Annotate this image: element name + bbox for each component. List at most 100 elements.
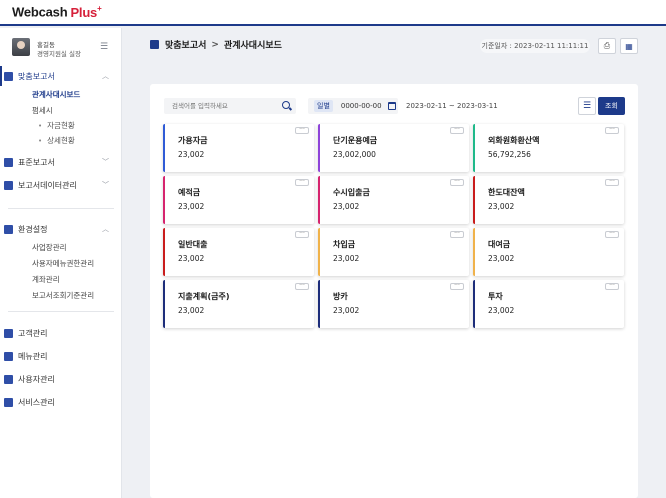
print-button[interactable]: ⎙ [598, 38, 616, 54]
date-value[interactable]: 0000-00-00 [341, 102, 382, 110]
nav-group-standard-reports: 표준보고서 ﹀ [0, 152, 122, 172]
chevron-down-icon[interactable]: ﹀ [102, 180, 109, 190]
active-indicator [0, 66, 2, 86]
card-value: 23,002 [178, 306, 205, 315]
sidebar-item-label: 표준보고서 [18, 157, 55, 167]
more-options-icon[interactable]: ··· [605, 283, 619, 290]
sidebar-item-label: 보고서데이터관리 [18, 180, 77, 190]
card-title: 한도대잔액 [488, 188, 525, 197]
more-options-icon[interactable]: ··· [605, 179, 619, 186]
chevron-up-icon[interactable]: ︿ [102, 224, 109, 234]
sidebar-subsub-detail-status[interactable]: 상세현황 [0, 133, 122, 148]
date-picker[interactable]: 일별 0000-00-00 [308, 98, 398, 114]
user-icon [4, 374, 13, 384]
sidebar-sub-account-mgmt[interactable]: 계좌관리 [0, 271, 122, 287]
app-logo[interactable]: Webcash Plus+ [12, 4, 102, 19]
bar-chart-icon [4, 157, 13, 167]
account-card[interactable]: 한도대잔액 23,002 ··· [473, 176, 624, 224]
card-value: 23,002 [488, 306, 515, 315]
account-card[interactable]: 지출계획(금주) 23,002 ··· [163, 280, 314, 328]
excel-icon: ▦ [625, 41, 633, 51]
sidebar-item-standard-reports[interactable]: 표준보고서 ﹀ [0, 152, 122, 172]
sidebar-item-label: 서비스관리 [18, 397, 55, 407]
edit-icon [150, 40, 159, 49]
more-options-icon[interactable]: ··· [605, 231, 619, 238]
breadcrumb: 맞춤보고서 > 관계사대시보드 [150, 38, 282, 51]
gear-icon [4, 224, 13, 234]
card-value: 23,002 [488, 254, 515, 263]
sidebar-item-custom-reports[interactable]: 맞춤보고서 ︿ [0, 66, 122, 86]
chevron-up-icon[interactable]: ︿ [102, 71, 109, 81]
sidebar-item-report-data[interactable]: 보고서데이터관리 ﹀ [0, 175, 122, 195]
printer-icon: ⎙ [603, 41, 611, 50]
nav-group-report-data: 보고서데이터관리 ﹀ [0, 175, 122, 195]
list-view-button[interactable]: ☰ [578, 97, 596, 115]
customer-icon [4, 328, 13, 338]
breadcrumb-parent[interactable]: 맞춤보고서 [165, 38, 206, 51]
trend-chart-icon [4, 180, 13, 190]
sidebar-sub-2[interactable]: 펌세시 [0, 102, 122, 118]
sidebar-sub-report-criteria[interactable]: 보고서조회기준관리 [0, 287, 122, 303]
sidebar-sub-affiliate-dashboard[interactable]: 관계사대시보드 [0, 86, 122, 102]
sidebar-item-label: 메뉴관리 [18, 351, 48, 361]
card-value: 23,002 [488, 202, 515, 211]
account-card[interactable]: 차입금 23,002 ··· [318, 228, 469, 276]
card-title: 대여금 [488, 240, 511, 249]
card-value: 23,002,000 [333, 150, 376, 159]
card-title: 투자 [488, 292, 503, 301]
more-options-icon[interactable]: ··· [295, 283, 309, 290]
server-icon [4, 397, 13, 407]
card-title: 단기운용예금 [333, 136, 378, 145]
more-options-icon[interactable]: ··· [450, 231, 464, 238]
account-card[interactable]: 방카 23,002 ··· [318, 280, 469, 328]
chevron-down-icon[interactable]: ﹀ [102, 157, 109, 167]
sidebar-item-customers[interactable]: 고객관리 [0, 323, 122, 343]
more-options-icon[interactable]: ··· [295, 231, 309, 238]
profile-role: 경영지원실 실장 [37, 50, 81, 58]
account-card[interactable]: 대여금 23,002 ··· [473, 228, 624, 276]
page-title: 관계사대시보드 [223, 41, 282, 51]
more-options-icon[interactable]: ··· [295, 179, 309, 186]
more-options-icon[interactable]: ··· [450, 127, 464, 134]
date-mode-select[interactable]: 일별 [314, 100, 333, 112]
sidebar-sub-site-mgmt[interactable]: 사업장관리 [0, 239, 122, 255]
account-card[interactable]: 외화원화환산액 56,792,256 ··· [473, 124, 624, 172]
account-card[interactable]: 예적금 23,002 ··· [163, 176, 314, 224]
query-button[interactable]: 조회 [598, 97, 625, 115]
more-options-icon[interactable]: ··· [450, 283, 464, 290]
sidebar-item-label: 맞춤보고서 [18, 71, 55, 81]
sidebar-item-users[interactable]: 사용자관리 [0, 369, 122, 389]
excel-button[interactable]: ▦ [620, 38, 638, 54]
card-value: 23,002 [178, 202, 205, 211]
account-card[interactable]: 가용자금 23,002 ··· [163, 124, 314, 172]
search-icon[interactable] [282, 101, 290, 109]
account-card[interactable]: 단기운용예금 23,002,000 ··· [318, 124, 469, 172]
more-options-icon[interactable]: ··· [450, 179, 464, 186]
sidebar-item-label: 환경설정 [18, 224, 48, 234]
more-options-icon[interactable]: ··· [295, 127, 309, 134]
breadcrumb-separator: > [211, 39, 219, 50]
account-card[interactable]: 수시입출금 23,002 ··· [318, 176, 469, 224]
sidebar-item-menus[interactable]: 메뉴관리 [0, 346, 122, 366]
card-value: 23,002 [178, 150, 205, 159]
card-value: 23,002 [333, 202, 360, 211]
account-card[interactable]: 일반대출 23,002 ··· [163, 228, 314, 276]
card-title: 지출계획(금주) [178, 292, 230, 301]
card-value: 23,002 [333, 306, 360, 315]
card-title: 차입금 [333, 240, 356, 249]
card-value: 23,002 [178, 254, 205, 263]
nav-group-menus: 메뉴관리 [0, 346, 122, 366]
more-options-icon[interactable]: ··· [605, 127, 619, 134]
edit-icon [4, 71, 13, 81]
card-value: 23,002 [333, 254, 360, 263]
calendar-icon[interactable] [388, 102, 396, 110]
sidebar-subsub-fund-status[interactable]: 자금현황 [0, 118, 122, 133]
card-title: 일반대출 [178, 240, 208, 249]
sidebar-sub-user-menu-auth[interactable]: 사용자메뉴권한관리 [0, 255, 122, 271]
sidebar-item-services[interactable]: 서비스관리 [0, 392, 122, 412]
sidebar: 홍길동 경영지원실 실장 ☰ 맞춤보고서 ︿ 관계사대시보드 펌세시 자금현황 … [0, 28, 122, 498]
account-card[interactable]: 투자 23,002 ··· [473, 280, 624, 328]
menu-collapse-icon[interactable]: ☰ [100, 42, 108, 52]
sidebar-item-settings[interactable]: 환경설정 ︿ [0, 219, 122, 239]
search-input[interactable] [164, 98, 296, 114]
